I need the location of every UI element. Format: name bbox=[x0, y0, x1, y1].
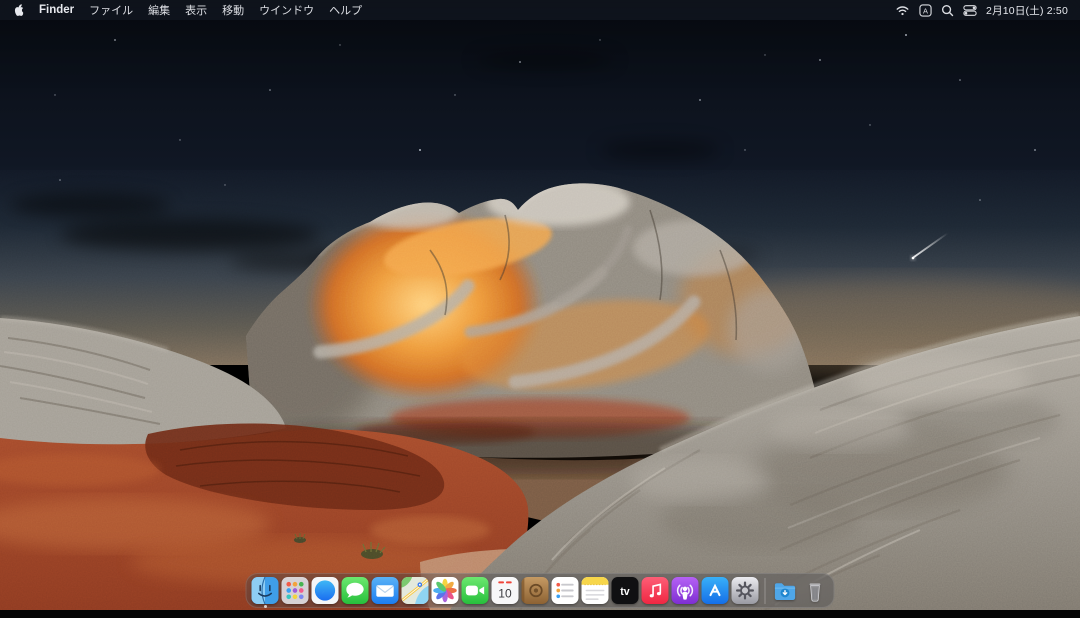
menu-bar: Finder ファイル編集表示移動ウインドウヘルプ A bbox=[0, 0, 1080, 20]
dock-item-music[interactable] bbox=[642, 577, 669, 604]
dock-separator bbox=[765, 578, 766, 604]
wallpaper-art bbox=[0, 0, 1080, 610]
menu-item-view[interactable]: 表示 bbox=[185, 2, 207, 18]
dock-item-settings[interactable] bbox=[732, 577, 759, 604]
menu-bar-clock[interactable]: 2月10日(土) 2:50 bbox=[986, 3, 1068, 18]
dock-item-appstore[interactable] bbox=[702, 577, 729, 604]
dock: 10 tv bbox=[246, 573, 835, 608]
dock-item-reminders[interactable] bbox=[552, 577, 579, 604]
wallpaper-image bbox=[0, 0, 1080, 610]
spotlight-search-icon[interactable] bbox=[941, 4, 954, 17]
active-app-name[interactable]: Finder bbox=[39, 4, 74, 16]
dock-item-tv[interactable]: tv bbox=[612, 577, 639, 604]
running-indicator bbox=[264, 605, 267, 608]
input-source-icon[interactable]: A bbox=[919, 4, 932, 17]
svg-text:tv: tv bbox=[620, 586, 630, 598]
dock-item-facetime[interactable] bbox=[462, 577, 489, 604]
dock-item-photos[interactable] bbox=[432, 577, 459, 604]
dock-item-calendar[interactable]: 10 bbox=[492, 577, 519, 604]
dock-item-notes[interactable] bbox=[582, 577, 609, 604]
input-source-label: A bbox=[923, 6, 928, 15]
apple-menu-icon[interactable] bbox=[12, 3, 24, 17]
control-center-icon[interactable] bbox=[963, 4, 977, 17]
dock-item-maps[interactable] bbox=[402, 577, 429, 604]
menu-item-go[interactable]: 移動 bbox=[222, 2, 244, 18]
letterbox-bottom bbox=[0, 610, 1080, 618]
menu-list: ファイル編集表示移動ウインドウヘルプ bbox=[89, 2, 362, 18]
svg-text:10: 10 bbox=[498, 587, 512, 601]
wifi-icon[interactable] bbox=[895, 4, 910, 16]
dock-item-downloads[interactable] bbox=[772, 577, 799, 604]
menu-item-help[interactable]: ヘルプ bbox=[329, 2, 362, 18]
dock-item-podcasts[interactable] bbox=[672, 577, 699, 604]
dock-item-safari[interactable] bbox=[312, 577, 339, 604]
menu-item-window[interactable]: ウインドウ bbox=[259, 2, 314, 18]
desktop: Finder ファイル編集表示移動ウインドウヘルプ A bbox=[0, 0, 1080, 618]
dock-item-launchpad[interactable] bbox=[282, 577, 309, 604]
menu-item-file[interactable]: ファイル bbox=[89, 2, 133, 18]
dock-item-trash[interactable] bbox=[802, 577, 829, 604]
dock-item-messages[interactable] bbox=[342, 577, 369, 604]
dock-item-mail[interactable] bbox=[372, 577, 399, 604]
dock-item-finder[interactable] bbox=[252, 577, 279, 604]
dock-item-contacts[interactable] bbox=[522, 577, 549, 604]
menu-item-edit[interactable]: 編集 bbox=[148, 2, 170, 18]
